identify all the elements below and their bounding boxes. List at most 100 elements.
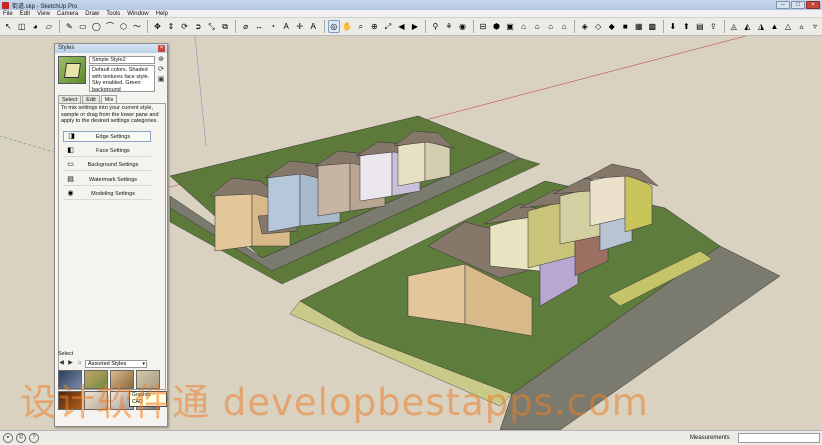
wireframe-icon[interactable]: ◇ bbox=[592, 20, 605, 33]
position-camera-icon[interactable]: ⚲ bbox=[429, 20, 442, 33]
collection-dropdown[interactable]: Assorted Styles ▾ bbox=[85, 359, 147, 368]
sandbox-smoove-icon[interactable]: ◮ bbox=[755, 20, 768, 33]
toolbar-separator bbox=[723, 20, 725, 33]
paint-bucket-icon[interactable]: ◕ bbox=[29, 20, 42, 33]
styles-panel: Styles × Simple Style2 Default colors. S… bbox=[54, 43, 168, 427]
get-photo-texture-icon[interactable]: ▤ bbox=[694, 20, 707, 33]
menu-tools[interactable]: Tools bbox=[106, 11, 120, 17]
maximize-button[interactable]: □ bbox=[791, 1, 805, 9]
orbit-icon[interactable]: ◎ bbox=[327, 20, 341, 33]
styles-tabs: Select Edit Mix bbox=[58, 95, 118, 103]
back-icon[interactable]: ◀ bbox=[58, 360, 65, 367]
eraser-icon[interactable]: ▱ bbox=[43, 20, 56, 33]
axes-icon[interactable]: ✛ bbox=[293, 20, 306, 33]
zoom-extents-icon[interactable]: ⤢ bbox=[382, 20, 395, 33]
dimension-icon[interactable]: ↔ bbox=[253, 20, 266, 33]
shaded-textures-icon[interactable]: ▦ bbox=[633, 20, 646, 33]
menu-help[interactable]: Help bbox=[156, 11, 168, 17]
tab-mix[interactable]: Mix bbox=[100, 95, 118, 103]
xray-icon[interactable]: ◈ bbox=[578, 20, 591, 33]
text-icon[interactable]: A bbox=[280, 20, 293, 33]
pan-icon[interactable]: ✋ bbox=[341, 20, 354, 33]
back-view-icon[interactable]: ⌂ bbox=[544, 20, 557, 33]
tab-select[interactable]: Select bbox=[58, 95, 82, 103]
tab-edit[interactable]: Edit bbox=[82, 95, 100, 103]
look-around-icon[interactable]: ◉ bbox=[456, 20, 469, 33]
sandbox-stamp-icon[interactable]: ▲ bbox=[768, 20, 781, 33]
get-models-icon[interactable]: ⬇ bbox=[667, 20, 680, 33]
mix-row-modeling-settings[interactable]: ◉ Modeling Settings bbox=[63, 189, 151, 200]
top-view-icon[interactable]: ▣ bbox=[504, 20, 517, 33]
toolbar-separator bbox=[323, 20, 325, 33]
forward-icon[interactable]: ▶ bbox=[67, 360, 74, 367]
left-view-icon[interactable]: ⌂ bbox=[558, 20, 571, 33]
mix-row-face-settings[interactable]: ◧ Face Settings bbox=[63, 145, 151, 157]
style-name-field[interactable]: Simple Style2 bbox=[89, 56, 155, 64]
circle-icon[interactable]: ◯ bbox=[90, 20, 103, 33]
menu-window[interactable]: Window bbox=[127, 11, 148, 17]
monochrome-icon[interactable]: ▩ bbox=[646, 20, 659, 33]
toolbar-separator bbox=[235, 20, 237, 33]
offset-icon[interactable]: ⧉ bbox=[219, 20, 232, 33]
share-model-icon[interactable]: ⬆ bbox=[680, 20, 693, 33]
collection-dropdown-value: Assorted Styles bbox=[88, 360, 127, 367]
style-description-field[interactable]: Default colors. Shaded with textures fac… bbox=[89, 65, 155, 92]
styles-panel-close-button[interactable]: × bbox=[158, 45, 165, 52]
3d-text-icon[interactable]: Ａ bbox=[307, 20, 320, 33]
walk-icon[interactable]: ⚘ bbox=[443, 20, 456, 33]
previous-view-icon[interactable]: ◀ bbox=[395, 20, 408, 33]
menu-camera[interactable]: Camera bbox=[57, 11, 78, 17]
menu-file[interactable]: File bbox=[3, 11, 13, 17]
mix-row-background-settings[interactable]: ▭ Background Settings bbox=[63, 160, 151, 171]
right-view-icon[interactable]: ⌂ bbox=[531, 20, 544, 33]
front-view-icon[interactable]: ⌂ bbox=[517, 20, 530, 33]
select-arrow-icon[interactable]: ↖ bbox=[2, 20, 15, 33]
sandbox-drape-icon[interactable]: △ bbox=[782, 20, 795, 33]
close-button[interactable]: × bbox=[806, 1, 820, 9]
mix-row-watermark-settings[interactable]: ▤ Watermark Settings bbox=[63, 174, 151, 186]
section-plane-icon[interactable]: ⊟ bbox=[477, 20, 490, 33]
update-style-icon[interactable]: ⟳ bbox=[157, 66, 165, 74]
styles-panel-title: Styles × bbox=[55, 44, 167, 53]
tape-measure-icon[interactable]: ⌀ bbox=[239, 20, 252, 33]
select-section-label: Select bbox=[58, 351, 74, 357]
push-pull-icon[interactable]: ⇕ bbox=[165, 20, 178, 33]
sandbox-detail-icon[interactable]: ▵ bbox=[795, 20, 808, 33]
title-bar: 街道.skp - SketchUp Pro – □ × bbox=[0, 0, 822, 10]
zoom-window-icon[interactable]: ⊕ bbox=[368, 20, 381, 33]
minimize-button[interactable]: – bbox=[776, 1, 790, 9]
rectangle-icon[interactable]: ▭ bbox=[77, 20, 90, 33]
zoom-icon[interactable]: ⌕ bbox=[355, 20, 368, 33]
next-view-icon[interactable]: ▶ bbox=[409, 20, 422, 33]
protractor-icon[interactable]: ◔ bbox=[266, 20, 279, 33]
component-icon[interactable]: ◫ bbox=[16, 20, 29, 33]
help-icon[interactable]: ? bbox=[29, 433, 39, 443]
polygon-icon[interactable]: ⬡ bbox=[117, 20, 130, 33]
create-style-icon[interactable]: ⊕ bbox=[157, 56, 165, 64]
follow-me-icon[interactable]: ➲ bbox=[192, 20, 205, 33]
mix-row-edge-settings[interactable]: ◨ Edge Settings bbox=[63, 131, 151, 142]
share-component-icon[interactable]: ⇪ bbox=[707, 20, 720, 33]
home-icon[interactable]: ⌂ bbox=[76, 360, 83, 367]
move-icon[interactable]: ✥ bbox=[151, 20, 164, 33]
rotate-icon[interactable]: ⟳ bbox=[178, 20, 191, 33]
current-style-thumbnail[interactable] bbox=[58, 56, 86, 84]
sandbox-contours-icon[interactable]: ◬ bbox=[728, 20, 741, 33]
scale-icon[interactable]: ⤡ bbox=[205, 20, 218, 33]
status-bar: ⌖ ©? Measurements bbox=[0, 430, 822, 445]
arc-icon[interactable]: ⌒ bbox=[104, 20, 117, 33]
freehand-icon[interactable]: 〜 bbox=[131, 20, 144, 33]
pencil-icon[interactable]: ✎ bbox=[63, 20, 76, 33]
credits-icon[interactable]: © bbox=[16, 433, 26, 443]
measurements-input[interactable] bbox=[738, 433, 820, 443]
geo-location-icon[interactable]: ⌖ bbox=[3, 433, 13, 443]
sandbox-flip-icon[interactable]: ▿ bbox=[809, 20, 822, 33]
detail-toggle-icon[interactable]: ▣ bbox=[157, 76, 165, 84]
menu-draw[interactable]: Draw bbox=[85, 11, 99, 17]
iso-view-icon[interactable]: ⬢ bbox=[490, 20, 503, 33]
sandbox-scratch-icon[interactable]: ◭ bbox=[741, 20, 754, 33]
shaded-icon[interactable]: ■ bbox=[619, 20, 632, 33]
menu-view[interactable]: View bbox=[37, 11, 50, 17]
menu-edit[interactable]: Edit bbox=[20, 11, 30, 17]
hidden-line-icon[interactable]: ◆ bbox=[605, 20, 618, 33]
